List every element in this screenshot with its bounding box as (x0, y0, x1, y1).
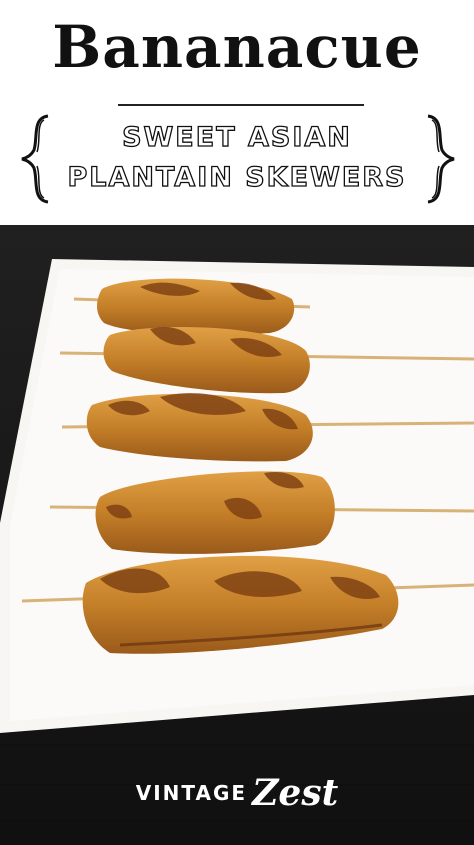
logo-word-zest: Zest (252, 772, 339, 814)
title-card: Bananacue SWEET ASIAN PLANTAIN SKEWERS (0, 0, 474, 225)
brand-logo: VINTAGE Zest (0, 772, 474, 814)
food-photo (0, 225, 474, 845)
subtitle-line-1: SWEET ASIAN (121, 121, 352, 153)
logo-word-vintage: VINTAGE (135, 781, 248, 805)
plantain-skewers-illustration (0, 225, 474, 845)
subtitle-line-2: PLANTAIN SKEWERS (67, 161, 407, 193)
recipe-title: Bananacue (52, 13, 422, 81)
recipe-pin: Bananacue SWEET ASIAN PLANTAIN SKEWERS V… (0, 0, 474, 845)
title-divider (118, 104, 364, 106)
